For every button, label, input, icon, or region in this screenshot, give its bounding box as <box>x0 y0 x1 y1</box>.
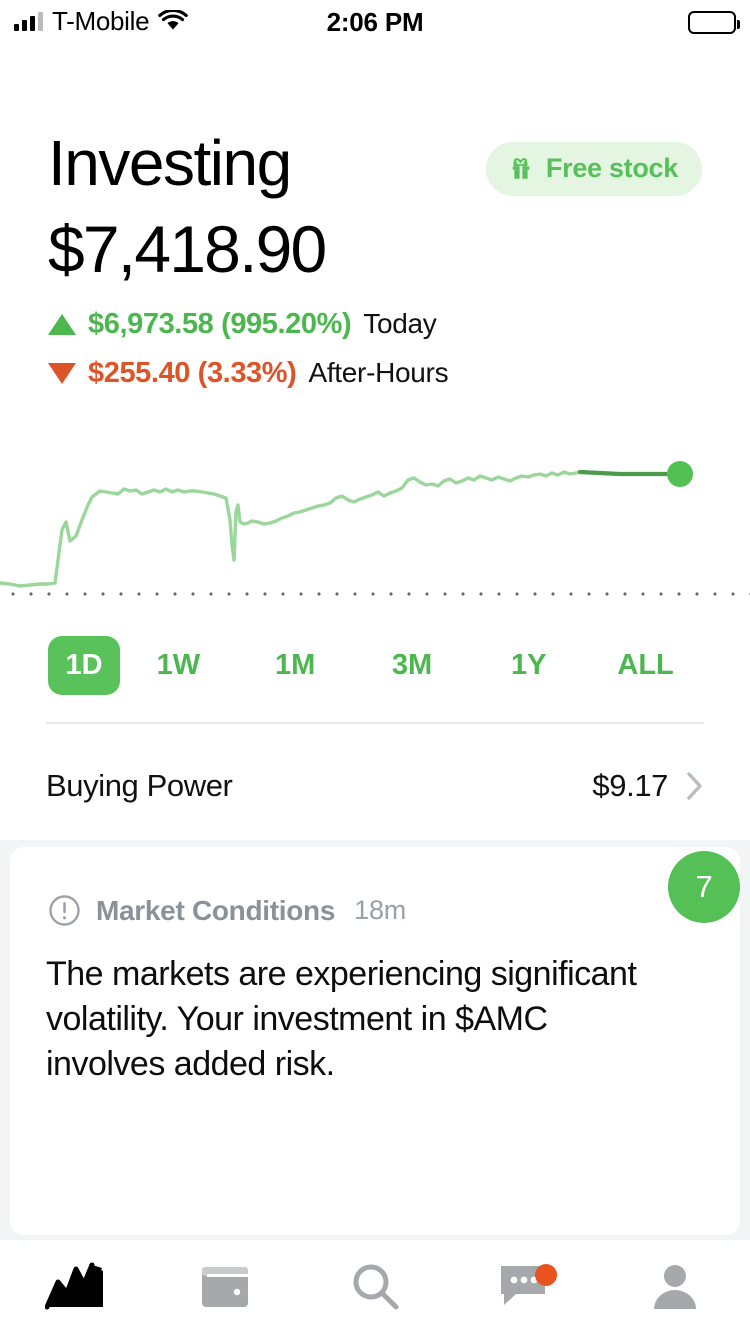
section-divider <box>46 722 704 724</box>
change-row-afterhours: $255.40 (3.33%) After-Hours <box>0 353 750 393</box>
battery-low-icon <box>688 11 740 34</box>
page-title: Investing <box>48 127 292 199</box>
card-timestamp: 18m <box>354 895 407 925</box>
wallet-icon <box>202 1267 248 1307</box>
buying-power-label: Buying Power <box>46 768 233 803</box>
range-3m[interactable]: 3M <box>354 636 471 695</box>
portfolio-chart[interactable] <box>0 440 750 610</box>
free-stock-label: Free stock <box>545 153 678 183</box>
tab-investing[interactable] <box>0 1240 150 1334</box>
range-all[interactable]: ALL <box>587 636 704 695</box>
buying-power-value: $9.17 <box>592 768 668 803</box>
tab-messages[interactable] <box>450 1240 600 1334</box>
bottom-tab-bar <box>0 1240 750 1334</box>
arrow-down-icon <box>48 362 76 384</box>
free-stock-button[interactable]: Free stock <box>485 142 702 196</box>
portfolio-balance: $7,418.90 <box>48 212 327 286</box>
tab-wallet[interactable] <box>150 1240 300 1334</box>
investing-screen: T-Mobile 2:06 PM Investing Free stock $7… <box>0 0 750 1334</box>
change-label-afterhours: After-Hours <box>308 357 449 388</box>
exclamation-circle-icon <box>49 895 80 926</box>
status-bar: T-Mobile 2:06 PM <box>0 0 750 48</box>
change-row-today: $6,973.58 (995.20%) Today <box>0 304 750 344</box>
range-1d[interactable]: 1D <box>48 636 120 695</box>
chevron-right-icon <box>687 772 702 800</box>
chart-canvas <box>0 461 693 588</box>
messages-notification-dot <box>535 1264 557 1286</box>
arrow-up-icon <box>48 313 76 335</box>
change-value-afterhours: $255.40 (3.33%) <box>88 356 297 389</box>
tab-account[interactable] <box>600 1240 750 1334</box>
range-1m[interactable]: 1M <box>237 636 354 695</box>
tab-search[interactable] <box>300 1240 450 1334</box>
buying-power-right: $9.17 <box>592 768 704 804</box>
time-range-selector: 1D 1W 1M 3M 1Y ALL <box>0 636 750 695</box>
range-1y[interactable]: 1Y <box>470 636 587 695</box>
chart-line-icon <box>45 1262 103 1310</box>
header: Investing Free stock $7,418.90 $6,973.58… <box>0 120 750 393</box>
range-1w[interactable]: 1W <box>120 636 237 695</box>
notification-count-badge[interactable]: 7 <box>668 851 740 923</box>
change-value-today: $6,973.58 (995.20%) <box>88 307 352 340</box>
change-label-today: Today <box>363 308 437 339</box>
card-header: Market Conditions 18m <box>48 894 406 927</box>
gift-icon <box>512 157 530 179</box>
person-icon <box>654 1265 696 1309</box>
title-row: Investing Free stock <box>0 120 750 206</box>
search-icon <box>353 1264 399 1310</box>
card-title: Market Conditions <box>96 894 336 926</box>
card-body-text: The markets are experiencing significant… <box>46 955 637 1083</box>
status-bar-clock: 2:06 PM <box>326 7 424 37</box>
chart-baseline <box>0 591 750 597</box>
buying-power-row[interactable]: Buying Power $9.17 <box>0 755 750 817</box>
status-bar-right <box>688 11 740 34</box>
